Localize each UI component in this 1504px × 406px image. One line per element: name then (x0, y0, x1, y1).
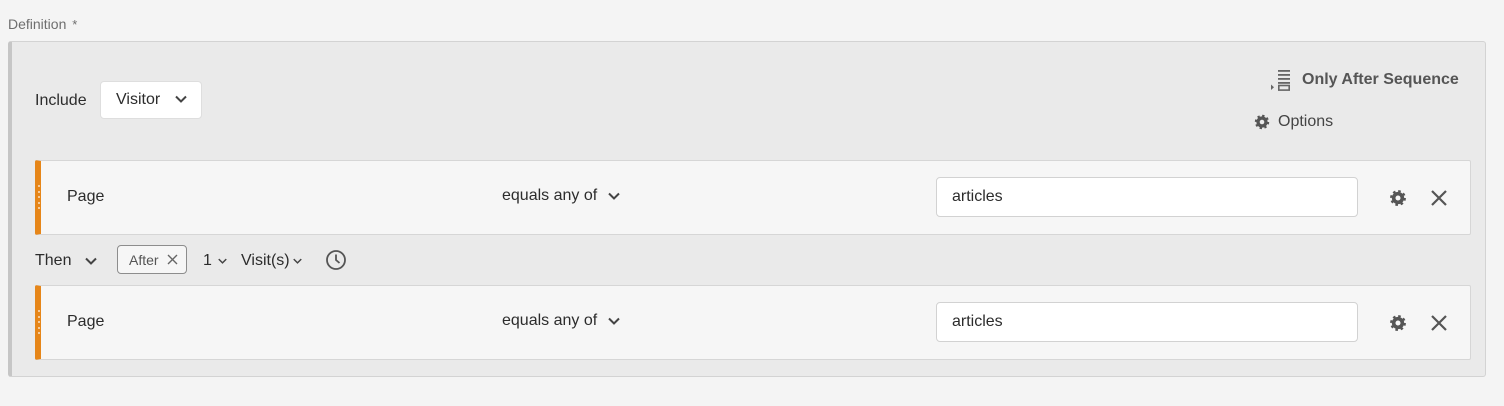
operator-dropdown[interactable]: equals any of (502, 187, 620, 205)
close-icon[interactable] (167, 254, 178, 265)
options-label: Options (1278, 113, 1334, 130)
after-tag-label: After (129, 251, 159, 268)
gear-icon[interactable] (1387, 312, 1409, 334)
chevron-down-icon (218, 258, 227, 264)
value-input[interactable]: articles (936, 302, 1358, 342)
sequence-icon (1271, 70, 1290, 91)
segment-definition-container: Include Visitor Only After Sequence Opti… (8, 41, 1486, 377)
chevron-down-icon (85, 257, 98, 265)
unit-dropdown[interactable]: Visit(s) (241, 252, 302, 270)
gear-icon (1254, 114, 1270, 130)
after-tag[interactable]: After (117, 245, 187, 274)
dimension-label[interactable]: Page (67, 313, 104, 331)
chevron-down-icon (608, 317, 620, 325)
drag-handle[interactable] (37, 185, 40, 209)
required-asterisk: * (72, 17, 78, 32)
operator-value: equals any of (502, 187, 598, 204)
drag-handle[interactable] (37, 310, 40, 334)
clock-icon[interactable] (325, 249, 347, 271)
dimension-label[interactable]: Page (67, 188, 104, 206)
operator-value: equals any of (502, 312, 598, 329)
then-dropdown[interactable]: Then (35, 252, 98, 270)
then-label: Then (35, 252, 72, 269)
definition-label-text: Definition (8, 16, 67, 32)
rule-container: Page equals any of articles (35, 160, 1471, 235)
chevron-down-icon (292, 258, 302, 264)
value-input[interactable]: articles (936, 177, 1358, 217)
chevron-down-icon (175, 95, 187, 103)
only-after-sequence-label: Only After Sequence (1302, 71, 1459, 88)
include-label: Include (35, 92, 87, 109)
operator-dropdown[interactable]: equals any of (502, 312, 620, 330)
rule-container: Page equals any of articles (35, 285, 1471, 360)
close-icon[interactable] (1430, 189, 1448, 207)
count-value: 1 (203, 252, 212, 269)
chevron-down-icon (608, 192, 620, 200)
only-after-sequence-button[interactable]: Only After Sequence (1270, 68, 1459, 92)
value-text: articles (952, 188, 1003, 205)
options-button[interactable]: Options (1252, 110, 1333, 134)
count-dropdown[interactable]: 1 (203, 252, 227, 270)
close-icon[interactable] (1430, 314, 1448, 332)
gear-icon[interactable] (1387, 187, 1409, 209)
unit-value: Visit(s) (241, 252, 290, 269)
definition-label: Definition * (8, 16, 77, 32)
include-dropdown-value: Visitor (116, 91, 161, 108)
include-dropdown[interactable]: Visitor (100, 81, 202, 119)
value-text: articles (952, 313, 1003, 330)
sequence-connector: Then After 1 Visit(s) (35, 245, 835, 277)
